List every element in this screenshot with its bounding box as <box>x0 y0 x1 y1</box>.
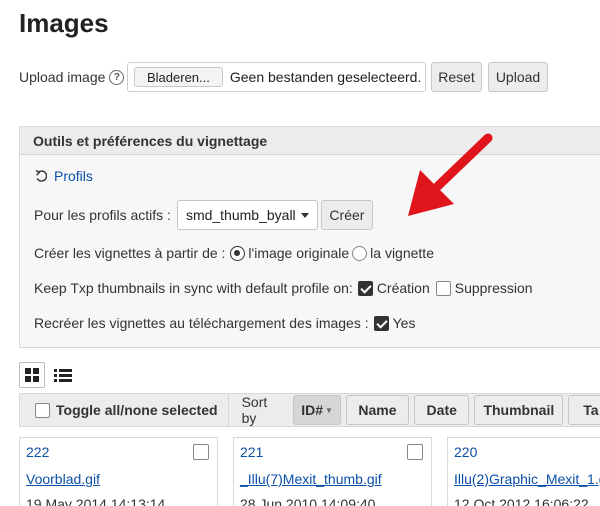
image-date: 19 May 2014 14:13:14 <box>26 496 166 506</box>
sync-creation-label[interactable]: Création <box>377 280 430 296</box>
sort-by-label: Sort by <box>241 394 268 426</box>
active-profiles-label: Pour les profils actifs : <box>34 207 171 223</box>
sync-label: Keep Txp thumbnails in sync with default… <box>34 280 353 296</box>
active-profiles-row: Pour les profils actifs : smd_thumb_byal… <box>34 200 373 230</box>
sync-suppression-label[interactable]: Suppression <box>455 280 533 296</box>
list-view-button[interactable] <box>50 362 76 388</box>
image-name[interactable]: Illu(2)Graphic_Mexit_1.gif <box>454 471 600 487</box>
toggle-all-checkbox[interactable] <box>35 402 50 418</box>
grid-view-button[interactable] <box>19 362 45 388</box>
toggle-all-label[interactable]: Toggle all/none selected <box>56 402 218 418</box>
thumbnail-tools-panel: Outils et préférences du vignettage Prof… <box>19 126 600 348</box>
radio-original-label[interactable]: l'image originale <box>248 245 349 261</box>
upload-button[interactable]: Upload <box>488 62 548 92</box>
profils-link-label: Profils <box>54 168 93 184</box>
create-from-row: Créer les vignettes à partir de : l'imag… <box>34 245 434 261</box>
image-id[interactable]: 221 <box>240 444 425 460</box>
sort-bar: Toggle all/none selected Sort by ID# ▼ Na… <box>19 393 600 427</box>
browse-button[interactable]: Bladeren... <box>134 67 223 87</box>
sync-row: Keep Txp thumbnails in sync with default… <box>34 280 533 296</box>
radio-original[interactable] <box>230 245 246 261</box>
annotation-arrow-icon <box>408 133 493 216</box>
file-input[interactable]: Bladeren... Geen bestanden geselecteerd. <box>127 62 426 92</box>
image-card[interactable]: 221 _Illu(7)Mexit_thumb.gif 28 Jun 2010 … <box>233 437 432 506</box>
create-button[interactable]: Créer <box>320 200 373 230</box>
sync-suppression-checkbox[interactable] <box>435 280 451 296</box>
chevron-down-icon <box>300 213 309 218</box>
recreate-row: Recréer les vignettes au téléchargement … <box>34 315 415 331</box>
page-title: Images <box>19 8 109 38</box>
image-card[interactable]: 220 Illu(2)Graphic_Mexit_1.gif 12 Oct 20… <box>447 437 600 506</box>
image-select-checkbox[interactable] <box>193 444 209 460</box>
profile-select-value: smd_thumb_byall <box>185 207 296 223</box>
toggle-all[interactable]: Toggle all/none selected <box>20 394 229 426</box>
refresh-icon <box>35 169 47 182</box>
image-name[interactable]: _Illu(7)Mexit_thumb.gif <box>240 471 425 487</box>
sort-date-button[interactable]: Date <box>414 395 470 425</box>
profile-select[interactable]: smd_thumb_byall <box>176 200 318 230</box>
image-name[interactable]: Voorblad.gif <box>26 471 211 487</box>
sync-creation-checkbox[interactable] <box>357 280 373 296</box>
image-id[interactable]: 220 <box>454 444 594 460</box>
radio-thumbnail-label[interactable]: la vignette <box>370 245 434 261</box>
sort-desc-icon: ▼ <box>325 405 333 415</box>
image-id[interactable]: 222 <box>26 444 211 460</box>
image-date: 28 Jun 2010 14:09:40 <box>240 496 376 506</box>
image-date: 12 Oct 2012 16:06:22 <box>454 496 589 506</box>
sort-thumbnail-button[interactable]: Thumbnail <box>474 395 564 425</box>
recreate-label: Recréer les vignettes au téléchargement … <box>34 315 369 331</box>
image-card[interactable]: 222 Voorblad.gif 19 May 2014 14:13:14 <box>19 437 218 506</box>
upload-row: Upload image ? Bladeren... Geen bestande… <box>19 62 548 92</box>
list-icon <box>54 369 72 382</box>
upload-label: Upload image <box>19 69 106 85</box>
recreate-yes-label[interactable]: Yes <box>393 315 416 331</box>
sort-id-button[interactable]: ID# ▼ <box>293 395 341 425</box>
file-status-text: Geen bestanden geselecteerd. <box>229 69 422 85</box>
profils-link[interactable]: Profils <box>35 168 93 184</box>
image-select-checkbox[interactable] <box>407 444 423 460</box>
radio-thumbnail[interactable] <box>352 245 368 261</box>
sort-name-button[interactable]: Name <box>345 395 410 425</box>
sort-id-label: ID# <box>301 402 324 418</box>
view-toggle <box>19 362 76 388</box>
recreate-checkbox[interactable] <box>373 315 389 331</box>
grid-icon <box>25 368 39 382</box>
create-from-label: Créer les vignettes à partir de : <box>34 245 226 261</box>
sort-tags-button[interactable]: Ta <box>568 395 600 425</box>
help-icon[interactable]: ? <box>109 69 125 85</box>
panel-title: Outils et préférences du vignettage <box>20 127 600 155</box>
reset-button[interactable]: Reset <box>431 62 482 92</box>
